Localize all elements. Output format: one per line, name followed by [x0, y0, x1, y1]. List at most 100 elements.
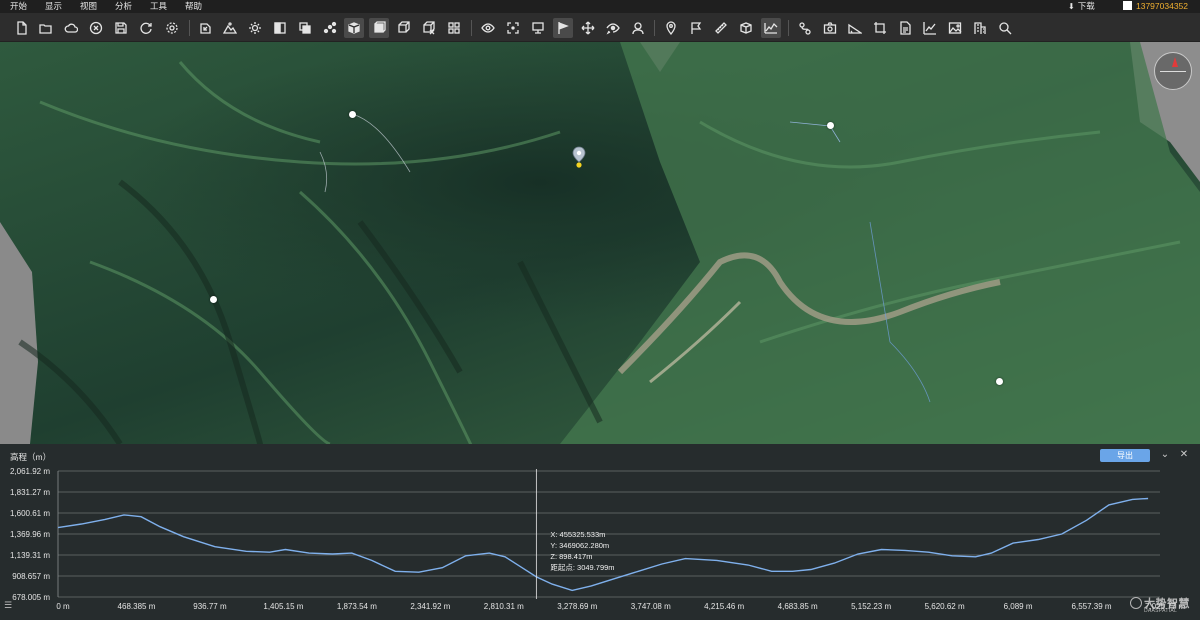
collapse-icon[interactable]: ⌄ [1159, 449, 1171, 461]
menu-help[interactable]: 帮助 [185, 0, 202, 13]
toolbar-separator [189, 20, 190, 36]
export-button[interactable]: 导出 [1100, 449, 1150, 462]
close-circle-icon [89, 21, 103, 35]
trend-icon [923, 22, 936, 35]
close-circle-tool-button[interactable] [86, 18, 106, 38]
report-icon [900, 21, 911, 35]
route-icon [799, 22, 811, 35]
ruler-tool-button[interactable] [711, 18, 731, 38]
face-tool-button[interactable] [628, 18, 648, 38]
light-icon [249, 22, 261, 34]
refresh-tool-button[interactable] [136, 18, 156, 38]
menu-display[interactable]: 显示 [45, 0, 62, 13]
volume-box-tool-button[interactable] [736, 18, 756, 38]
camera-tool-button[interactable] [820, 18, 840, 38]
elevation-panel: 高程（m） 导出 ⌄ ✕ 2,061.92 m 1,831.27 m 1,600.6… [0, 444, 1200, 620]
profile-chart-tool-button[interactable] [761, 18, 781, 38]
flag-line-tool-button[interactable] [686, 18, 706, 38]
view-rotate-tool-button[interactable] [603, 18, 623, 38]
x-tick-label: 936.77 m [193, 602, 227, 611]
crop-tool-button[interactable] [870, 18, 890, 38]
location-pin-tool-button[interactable] [661, 18, 681, 38]
monitor-icon [532, 22, 544, 34]
building-icon [974, 22, 986, 34]
flag-tool-button[interactable] [553, 18, 573, 38]
grid-tool-button[interactable] [444, 18, 464, 38]
toolbar-separator [471, 20, 472, 36]
map-viewport[interactable] [0, 42, 1200, 444]
download-icon: ⬇ [1068, 2, 1075, 11]
user-account[interactable]: 13797034352 [1123, 0, 1188, 13]
crosshair-label: Z: 898.417m [550, 552, 592, 561]
cube-wire-tool-button[interactable] [394, 18, 414, 38]
elevation-chart[interactable]: 2,061.92 m 1,831.27 m 1,600.61 m 1,369.96 m… [0, 464, 1200, 620]
cube-wire-icon [398, 21, 410, 33]
menu-analysis[interactable]: 分析 [115, 0, 132, 13]
image-icon [948, 22, 962, 34]
new-file-icon [17, 21, 27, 35]
menu-view[interactable]: 视图 [80, 0, 97, 13]
compass[interactable] [1154, 52, 1192, 90]
extent-tool-button[interactable] [503, 18, 523, 38]
close-icon[interactable]: ✕ [1178, 449, 1190, 461]
refresh-icon [140, 22, 152, 34]
open-folder-tool-button[interactable] [36, 18, 56, 38]
save-tool-button[interactable] [111, 18, 131, 38]
flag-icon [558, 22, 569, 34]
trend-tool-button[interactable] [920, 18, 940, 38]
x-tick-label: 2,810.31 m [484, 602, 524, 611]
map-marker[interactable] [827, 122, 834, 129]
search-tool-button[interactable] [995, 18, 1015, 38]
eye-tool-button[interactable] [478, 18, 498, 38]
save-icon [115, 22, 127, 34]
brand-sub: DAASPATIAL [1144, 608, 1178, 614]
box-tool-button[interactable] [369, 18, 389, 38]
crop-icon [874, 22, 886, 34]
map-marker[interactable] [210, 296, 217, 303]
slope-tool-button[interactable] [845, 18, 865, 38]
cube-cross-icon [423, 21, 435, 35]
flag-line-icon [691, 22, 702, 34]
cube-cross-tool-button[interactable] [419, 18, 439, 38]
import-icon [200, 23, 211, 34]
menu-toggle-icon[interactable]: ☰ [4, 600, 12, 611]
x-tick-label: 5,620.62 m [925, 602, 965, 611]
new-file-tool-button[interactable] [11, 18, 31, 38]
x-tick-label: 1,405.15 m [263, 602, 303, 611]
location-pin-icon[interactable] [572, 146, 586, 168]
report-tool-button[interactable] [895, 18, 915, 38]
split-view-tool-button[interactable] [270, 18, 290, 38]
open-folder-icon [39, 24, 52, 34]
points-tool-button[interactable] [320, 18, 340, 38]
x-tick-label: 4,215.46 m [704, 602, 744, 611]
ruler-icon [715, 22, 727, 34]
cube-solid-tool-button[interactable] [344, 18, 364, 38]
y-tick-label: 1,139.31 m [10, 551, 50, 560]
eye-icon [481, 23, 495, 33]
map-marker[interactable] [996, 378, 1003, 385]
points-icon [323, 21, 337, 34]
menu-tools[interactable]: 工具 [150, 0, 167, 13]
download-button[interactable]: ⬇ 下载 [1068, 0, 1095, 13]
toolbar [0, 13, 1200, 42]
user-phone: 13797034352 [1136, 1, 1189, 11]
camera-icon [823, 22, 837, 34]
import-tool-button[interactable] [195, 18, 215, 38]
cloud-tool-button[interactable] [61, 18, 81, 38]
cloud-icon [64, 23, 78, 33]
pan-move-tool-button[interactable] [578, 18, 598, 38]
x-tick-label: 468.385 m [118, 602, 156, 611]
route-tool-button[interactable] [795, 18, 815, 38]
settings-tool-button[interactable] [162, 18, 182, 38]
monitor-tool-button[interactable] [528, 18, 548, 38]
light-tool-button[interactable] [245, 18, 265, 38]
extent-icon [507, 22, 519, 34]
x-tick-label: 0 m [56, 602, 70, 611]
image-tool-button[interactable] [945, 18, 965, 38]
layer-copy-tool-button[interactable] [295, 18, 315, 38]
menu-start[interactable]: 开始 [10, 0, 27, 13]
terrain-tool-button[interactable] [220, 18, 240, 38]
building-tool-button[interactable] [970, 18, 990, 38]
pan-move-icon [581, 21, 595, 35]
map-marker[interactable] [349, 111, 356, 118]
